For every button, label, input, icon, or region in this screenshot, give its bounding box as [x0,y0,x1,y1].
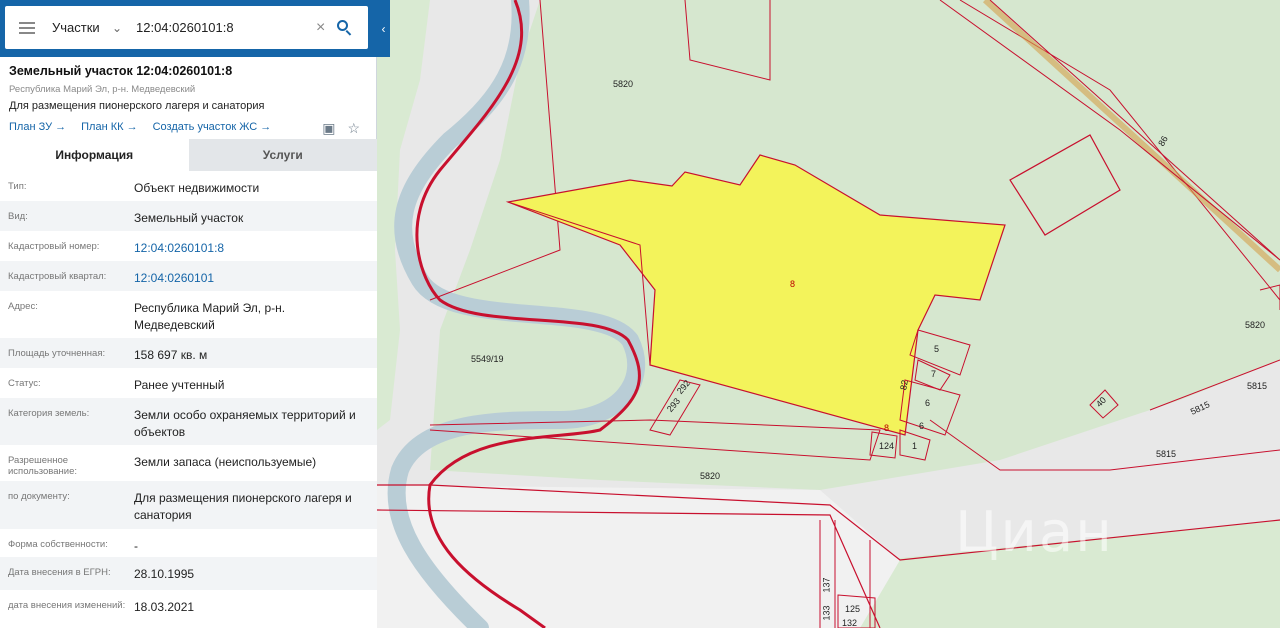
panel-actions: ▣ ☆ [322,120,360,137]
plan-kk-link[interactable]: План КК → [81,121,137,133]
cadastral-number-link[interactable]: 12:04:0260101:8 [134,231,369,261]
info-key: Кадастровый номер: [8,241,100,252]
search-bar: Участки ⌄ 12:04:0260101:8 × ‹ [0,0,390,57]
search-box: Участки ⌄ 12:04:0260101:8 × [5,6,368,49]
info-row: Адрес: Республика Марий Эл, р-н. Медведев… [0,291,377,338]
map-label-124: 124 [879,441,895,451]
info-key: Разрешенное использование: [8,455,78,478]
category-select[interactable]: Участки [52,20,110,35]
map-label-137: 137 [821,577,832,593]
info-value: Объект недвижимости [134,181,260,195]
info-row: по документу: Для размещения пионерского … [0,481,377,529]
cadastral-quarter-link[interactable]: 12:04:0260101 [134,261,369,291]
info-row: Кадастровый квартал: 12:04:0260101 [0,261,377,291]
map-label-7: 7 [931,369,937,379]
map-label-5820: 5820 [700,471,721,481]
info-value: Для размещения пионерского лагеря и сана… [134,491,352,522]
map-label-82: 82 [898,379,910,391]
create-parcel-link[interactable]: Создать участок ЖС → [153,121,272,133]
info-value: Ранее учтенный [134,378,225,392]
search-icon[interactable] [336,19,354,37]
star-icon[interactable]: ☆ [347,120,360,137]
map-label-8: 8 [790,279,796,289]
info-row: Форма собственности: - [0,529,377,557]
close-icon[interactable]: × [316,19,330,37]
search-input[interactable]: 12:04:0260101:8 [136,20,306,35]
watermark: Циан [955,500,1114,565]
info-key: Адрес: [8,301,38,312]
info-row: Вид: Земельный участок [0,201,377,231]
page-title: Земельный участок 12:04:0260101:8 [9,64,233,78]
info-row: дата внесения изменений: 18.03.2021 [0,590,377,630]
map-label-6: 6 [919,421,925,431]
tabs: Информация Услуги [0,139,377,171]
map-label-5: 5 [934,344,940,354]
map-label-1: 1 [912,441,918,451]
tab-information[interactable]: Информация [0,139,189,171]
chevron-left-icon: ‹ [381,21,386,36]
info-key: Дата внесения в ЕГРН: [8,567,111,578]
info-value: Земли запаса (неиспользуемые) [134,455,317,469]
info-key: Статус: [8,378,41,389]
info-row: Тип: Объект недвижимости [0,171,377,201]
info-key: Форма собственности: [8,539,108,550]
map-label-5820: 5820 [1245,320,1266,330]
chevron-down-icon[interactable]: ⌄ [112,21,128,35]
purpose-text: Для размещения пионерского лагеря и сана… [9,100,265,112]
info-value: 158 697 кв. м [134,348,208,362]
map-label-5815: 5815 [1247,381,1268,391]
info-value: Земельный участок [134,211,244,225]
info-panel: Участки ⌄ 12:04:0260101:8 × ‹ Земельный … [0,0,390,630]
info-key: Вид: [8,211,28,222]
info-key: Площадь уточненная: [8,348,106,359]
info-value: 28.10.1995 [134,567,195,581]
info-table: Тип: Объект недвижимости Вид: Земельный уч… [0,171,377,630]
action-links: План ЗУ → План КК → Создать участок ЖС → [9,121,286,133]
tab-services[interactable]: Услуги [188,139,377,171]
info-key: Категория земель: [8,408,90,419]
plan-zu-link[interactable]: План ЗУ → [9,121,66,133]
info-row: Статус: Ранее учтенный [0,368,377,398]
info-row: Категория земель: Земли особо охраняемых … [0,398,377,445]
info-row: Разрешенное использование: Земли запаса (… [0,445,377,481]
info-key: Тип: [8,181,27,192]
info-value: 18.03.2021 [134,600,195,614]
info-row: Дата внесения в ЕГРН: 28.10.1995 [0,557,377,590]
info-value: - [134,539,138,553]
info-key: Кадастровый квартал: [8,271,107,282]
document-search-icon[interactable]: ▣ [322,120,335,137]
info-key: по документу: [8,491,70,502]
map-label-5815: 5815 [1156,449,1177,459]
map-label-133: 133 [821,605,832,621]
map-label-6: 6 [925,398,931,408]
menu-icon[interactable] [19,19,35,37]
info-row: Площадь уточненная: 158 697 кв. м [0,338,377,368]
info-value: Республика Марий Эл, р-н. Медведевский [134,301,286,332]
info-key: дата внесения изменений: [8,600,126,611]
collapse-panel-button[interactable]: ‹ [377,0,390,57]
info-value: Земли особо охраняемых территорий и объе… [134,408,356,439]
map-label-125: 125 [845,604,861,614]
map-label-8: 8 [884,423,890,433]
map-label-5820: 5820 [613,79,634,89]
info-row: Кадастровый номер: 12:04:0260101:8 [0,231,377,261]
map-label-5549-19: 5549/19 [471,354,504,364]
region-text: Республика Марий Эл, р-н. Медведевский [9,84,196,95]
map-label-132: 132 [842,618,858,628]
